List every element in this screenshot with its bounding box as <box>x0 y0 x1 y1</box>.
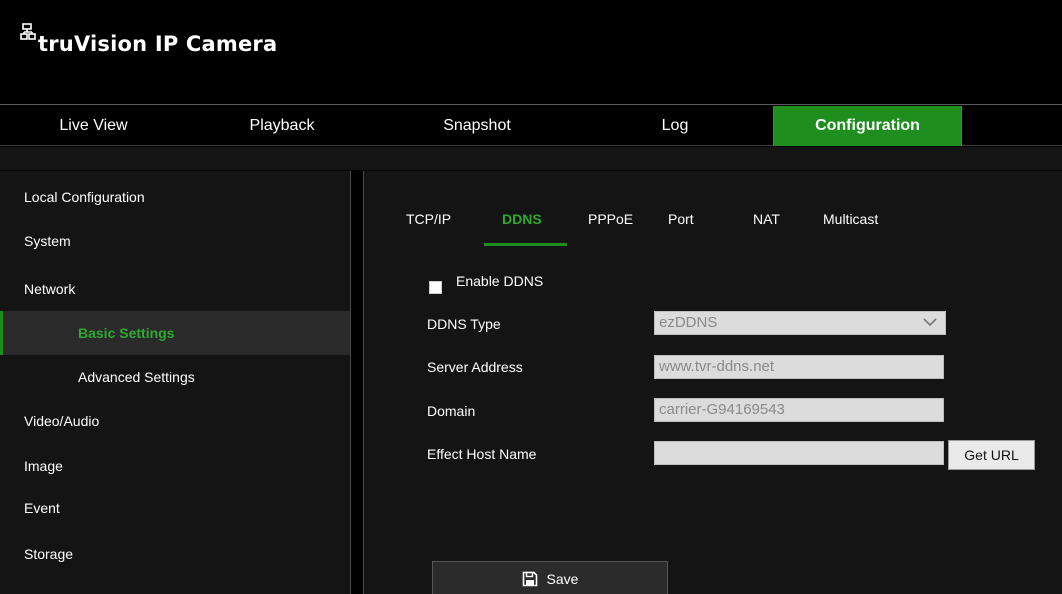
tab-nat[interactable]: NAT <box>753 211 780 227</box>
tab-tcp-ip[interactable]: TCP/IP <box>406 211 451 227</box>
sidebar-item-label: Event <box>24 500 60 516</box>
ddns-type-select[interactable]: ezDDNS <box>654 311 946 335</box>
sidebar-item-storage[interactable]: Storage <box>0 532 350 576</box>
nav-playback[interactable]: Playback <box>187 106 377 146</box>
ddns-settings-panel: TCP/IP DDNS PPPoE Port NAT Multicast Ena… <box>363 171 1062 594</box>
tab-ddns[interactable]: DDNS <box>502 211 542 227</box>
effect-host-name-label: Effect Host Name <box>427 446 537 462</box>
domain-label: Domain <box>427 403 476 419</box>
sidebar-item-advanced-settings[interactable]: Advanced Settings <box>0 355 350 399</box>
ddns-type-value: ezDDNS <box>659 314 718 331</box>
main-nav: Live View Playback Snapshot Log Configur… <box>0 106 1062 146</box>
nav-log[interactable]: Log <box>577 106 773 146</box>
save-button[interactable]: Save <box>432 561 668 594</box>
active-tab-indicator <box>484 243 567 246</box>
sidebar-item-basic-settings[interactable]: Basic Settings <box>0 311 350 355</box>
server-address-label: Server Address <box>427 359 523 375</box>
effect-host-name-field[interactable] <box>654 441 944 465</box>
tab-pppoe[interactable]: PPPoE <box>588 211 633 227</box>
network-logo-icon <box>20 23 36 40</box>
config-sidebar: Local Configuration System Network Basic… <box>0 171 351 594</box>
app-header: truVision IP Camera <box>0 0 1062 105</box>
sidebar-item-label: System <box>24 233 71 249</box>
enable-ddns-checkbox[interactable] <box>429 281 442 294</box>
sidebar-item-system[interactable]: System <box>0 219 350 263</box>
tab-multicast[interactable]: Multicast <box>823 211 878 227</box>
sidebar-item-label: Basic Settings <box>78 325 175 341</box>
nav-snapshot[interactable]: Snapshot <box>377 106 577 146</box>
sidebar-item-local-configuration[interactable]: Local Configuration <box>0 175 350 219</box>
sidebar-item-label: Local Configuration <box>24 189 145 205</box>
chevron-down-icon <box>923 318 937 327</box>
ddns-type-label: DDNS Type <box>427 316 501 332</box>
nav-live-view[interactable]: Live View <box>0 106 187 146</box>
app-title: truVision IP Camera <box>38 32 278 56</box>
app-logo: truVision IP Camera <box>20 23 278 56</box>
save-button-label: Save <box>546 571 579 587</box>
sidebar-item-image[interactable]: Image <box>0 444 350 488</box>
floppy-disk-icon <box>522 571 537 587</box>
sidebar-item-label: Image <box>24 458 63 474</box>
server-address-field[interactable]: www.tvr-ddns.net <box>654 355 944 379</box>
sidebar-item-label: Advanced Settings <box>78 369 195 385</box>
sidebar-item-network[interactable]: Network <box>0 267 350 311</box>
enable-ddns-label: Enable DDNS <box>456 273 544 289</box>
get-url-button[interactable]: Get URL <box>948 440 1035 470</box>
sidebar-item-video-audio[interactable]: Video/Audio <box>0 399 350 443</box>
nav-configuration[interactable]: Configuration <box>774 106 961 146</box>
sidebar-item-label: Storage <box>24 546 74 562</box>
sidebar-item-label: Network <box>24 281 76 297</box>
nav-spacer <box>0 147 1062 170</box>
sidebar-item-label: Video/Audio <box>24 413 100 429</box>
sidebar-item-event[interactable]: Event <box>0 486 350 530</box>
tab-port[interactable]: Port <box>668 211 694 227</box>
domain-field[interactable]: carrier-G94169543 <box>654 398 944 422</box>
nav-divider <box>961 106 962 146</box>
